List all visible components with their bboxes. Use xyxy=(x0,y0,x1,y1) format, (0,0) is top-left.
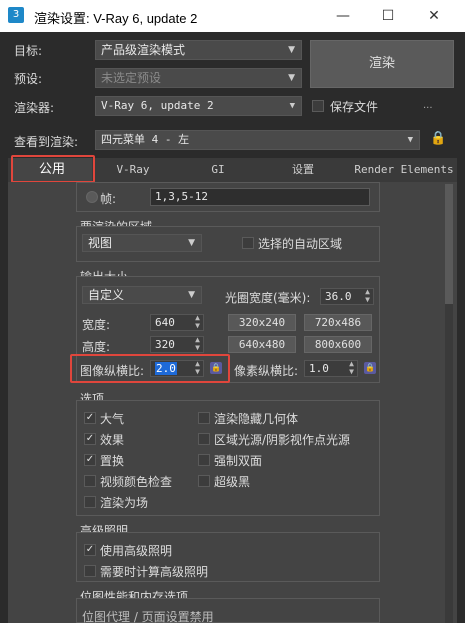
view-label: 查看到渲染: xyxy=(14,135,79,149)
tab-gi[interactable]: GI xyxy=(188,158,248,182)
atmosphere-label: 大气 xyxy=(100,412,125,426)
size-320x240-button[interactable]: 320x240 xyxy=(228,314,296,331)
more-button[interactable]: ... xyxy=(423,100,433,111)
chevron-down-icon: ▼ xyxy=(188,290,195,300)
displacement-checkbox[interactable]: ✓ xyxy=(84,454,96,466)
save-file-checkbox[interactable] xyxy=(312,100,324,112)
chevron-down-icon: ▼ xyxy=(288,73,295,83)
app-icon: 3 xyxy=(8,7,24,23)
pixel-aspect-value: 1.0 xyxy=(309,362,329,375)
chevron-down-icon: ▼ xyxy=(188,238,195,248)
pixel-aspect-lock-icon[interactable]: 🔒 xyxy=(364,362,376,374)
force-two-sided-checkbox[interactable] xyxy=(198,454,210,466)
render-fields-checkbox[interactable] xyxy=(84,496,96,508)
width-spinner[interactable]: 640 ▲ ▼ xyxy=(150,314,204,331)
render-hidden-checkbox[interactable] xyxy=(198,412,210,424)
height-label: 高度: xyxy=(82,340,111,354)
aperture-label: 光圈宽度(毫米): xyxy=(225,291,311,305)
lock-icon[interactable]: 🔒 xyxy=(430,131,446,147)
spinner-arrows-icon: ▲ ▼ xyxy=(349,359,354,376)
save-file-label: 保存文件 xyxy=(330,100,379,114)
renderer-select[interactable]: V-Ray 6, update 2 ▼ xyxy=(95,96,302,116)
render-hidden-label: 渲染隐藏几何体 xyxy=(214,412,299,426)
preset-value: 未选定预设 xyxy=(101,71,162,85)
height-value: 320 xyxy=(155,338,175,351)
displacement-label: 置换 xyxy=(100,454,125,468)
area-mode-select[interactable]: 视图 ▼ xyxy=(82,234,202,252)
close-button[interactable]: ✕ xyxy=(424,6,444,26)
aperture-value: 36.0 xyxy=(325,290,352,303)
auto-region-checkbox[interactable] xyxy=(242,237,254,249)
effects-label: 效果 xyxy=(100,433,125,447)
width-value: 640 xyxy=(155,316,175,329)
spinner-arrows-icon: ▲ ▼ xyxy=(195,335,200,352)
title-bar: 3 渲染设置: V-Ray 6, update 2 — ☐ ✕ xyxy=(0,0,465,32)
frames-radio[interactable] xyxy=(86,191,98,203)
effects-checkbox[interactable]: ✓ xyxy=(84,433,96,445)
area-mode-value: 视图 xyxy=(88,236,113,250)
target-value: 产品级渲染模式 xyxy=(101,43,186,57)
spinner-arrows-icon: ▲ ▼ xyxy=(195,313,200,330)
width-label: 宽度: xyxy=(82,318,111,332)
spinner-arrows-icon: ▲ ▼ xyxy=(365,287,370,304)
render-button[interactable]: 渲染 xyxy=(310,40,454,88)
pixel-aspect-label: 像素纵横比: xyxy=(234,364,299,378)
output-preset-select[interactable]: 自定义 ▼ xyxy=(82,286,202,304)
auto-region-label: 选择的自动区域 xyxy=(258,237,343,251)
area-lights-points-checkbox[interactable] xyxy=(198,433,210,445)
area-lights-points-label: 区域光源/阴影视作点光源 xyxy=(214,433,351,447)
target-select[interactable]: 产品级渲染模式 ▼ xyxy=(95,40,302,60)
aperture-spinner[interactable]: 36.0 ▲ ▼ xyxy=(320,288,374,305)
aspect-highlight xyxy=(70,354,230,383)
size-640x480-button[interactable]: 640x480 xyxy=(228,336,296,353)
maximize-button[interactable]: ☐ xyxy=(378,6,398,26)
frames-input[interactable]: 1,3,5-12 xyxy=(150,188,370,206)
preset-select[interactable]: 未选定预设 ▼ xyxy=(95,68,302,88)
renderer-label: 渲染器: xyxy=(14,101,55,115)
super-black-label: 超级黑 xyxy=(214,475,251,489)
chevron-down-icon: ▼ xyxy=(407,135,413,145)
renderer-value: V-Ray 6, update 2 xyxy=(101,99,214,112)
chevron-down-icon: ▼ xyxy=(288,45,295,55)
atmosphere-checkbox[interactable]: ✓ xyxy=(84,412,96,424)
view-value: 四元菜单 4 - 左 xyxy=(101,133,190,146)
super-black-checkbox[interactable] xyxy=(198,475,210,487)
size-720x486-button[interactable]: 720x486 xyxy=(304,314,372,331)
height-spinner[interactable]: 320 ▲ ▼ xyxy=(150,336,204,353)
view-select[interactable]: 四元菜单 4 - 左 ▼ xyxy=(95,130,420,150)
chevron-down-icon: ▼ xyxy=(289,101,295,111)
scrollbar-thumb[interactable] xyxy=(445,184,453,304)
frames-label: 帧: xyxy=(100,192,117,206)
preset-label: 预设: xyxy=(14,72,43,86)
render-fields-label: 渲染为场 xyxy=(100,496,149,510)
tab-render-elements[interactable]: Render Elements xyxy=(351,158,457,182)
minimize-button[interactable]: — xyxy=(333,6,353,26)
window-title: 渲染设置: V-Ray 6, update 2 xyxy=(34,11,198,26)
use-advanced-lighting-checkbox[interactable]: ✓ xyxy=(84,544,96,556)
video-color-check-label: 视频颜色检查 xyxy=(100,475,173,489)
target-label: 目标: xyxy=(14,44,43,58)
tab-settings[interactable]: 设置 xyxy=(273,158,333,182)
video-color-check-checkbox[interactable] xyxy=(84,475,96,487)
pixel-aspect-spinner[interactable]: 1.0 ▲ ▼ xyxy=(304,360,358,377)
size-800x600-button[interactable]: 800x600 xyxy=(304,336,372,353)
use-advanced-lighting-label: 使用高级照明 xyxy=(100,544,173,558)
tab-vray[interactable]: V-Ray xyxy=(98,158,168,182)
tab-highlight xyxy=(11,155,95,183)
bitmap-partial-text: 位图代理 / 页面设置禁用 xyxy=(82,610,214,623)
output-preset-value: 自定义 xyxy=(88,288,125,302)
compute-advanced-lighting-checkbox[interactable] xyxy=(84,565,96,577)
force-two-sided-label: 强制双面 xyxy=(214,454,263,468)
compute-advanced-lighting-label: 需要时计算高级照明 xyxy=(100,565,209,579)
